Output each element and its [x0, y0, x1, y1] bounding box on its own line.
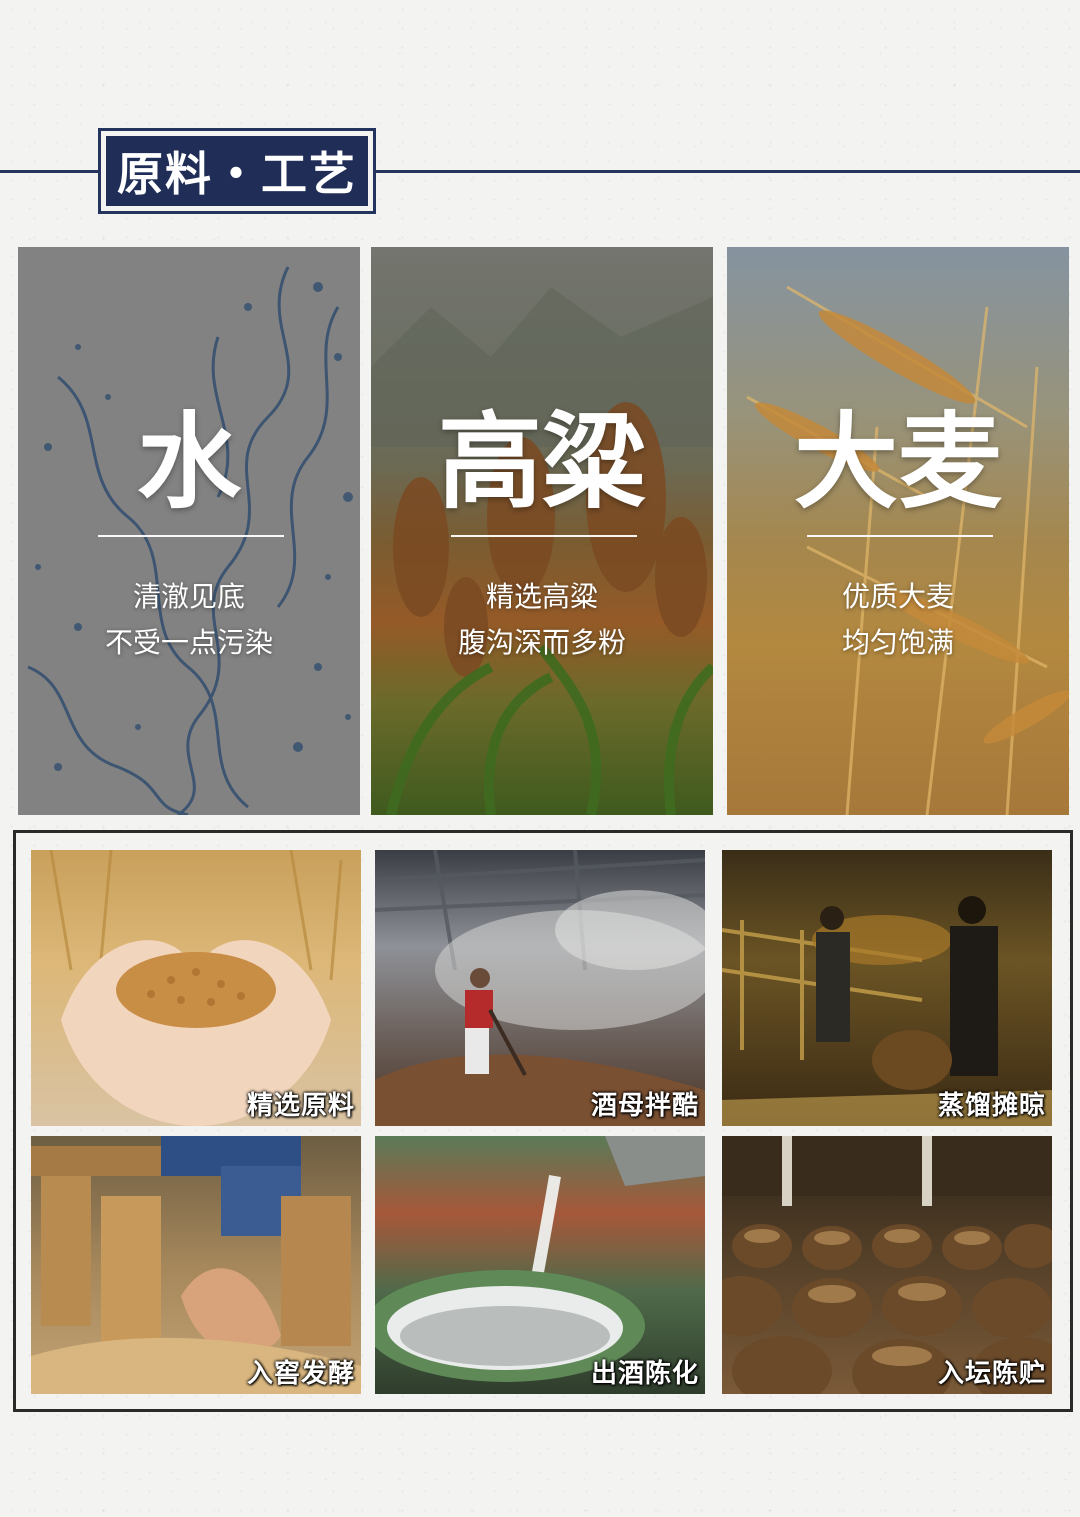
water-splash-icon — [27, 266, 353, 815]
process-step-label: 入坛陈贮 — [937, 1359, 1046, 1389]
process-step: 精选原料 — [31, 850, 361, 1126]
ingredient-panel-barley: 大麦 优质大麦 均匀饱满 — [727, 247, 1069, 815]
ingredient-desc-line1: 精选高粱 — [485, 580, 598, 613]
process-step: 入窖发酵 — [31, 1136, 361, 1394]
process-step-label: 入窖发酵 — [246, 1359, 355, 1389]
ingredient-name: 大麦 — [793, 400, 1002, 523]
barley-icon — [746, 285, 1069, 815]
section-title: 原料・工艺 — [106, 136, 368, 206]
ingredient-name: 水 — [136, 400, 241, 523]
process-step-label: 精选原料 — [246, 1091, 355, 1121]
ingredient-divider — [451, 535, 637, 537]
ingredient-desc-line1: 优质大麦 — [841, 580, 954, 613]
ingredient-desc-line1: 清澈见底 — [132, 580, 245, 613]
ingredient-desc-line2: 不受一点污染 — [104, 626, 273, 659]
ingredient-desc-line2: 腹沟深而多粉 — [457, 626, 626, 659]
ingredient-panel-water: 水 清澈见底 不受一点污染 — [18, 247, 360, 815]
ingredient-panel-sorghum: 高粱 精选高粱 腹沟深而多粉 — [371, 247, 713, 815]
process-step-label: 出酒陈化 — [590, 1359, 699, 1389]
ingredient-divider — [807, 535, 993, 537]
process-step: 蒸馏摊晾 — [722, 850, 1052, 1126]
process-step: 出酒陈化 — [375, 1136, 705, 1394]
process-step: 入坛陈贮 — [722, 1136, 1052, 1394]
ingredient-name: 高粱 — [437, 400, 646, 523]
process-step-label: 酒母拌酷 — [590, 1091, 699, 1121]
process-step: 酒母拌酷 — [375, 850, 705, 1126]
ingredient-divider — [98, 535, 284, 537]
process-step-label: 蒸馏摊晾 — [937, 1091, 1046, 1121]
sorghum-icon — [371, 287, 713, 815]
ingredient-desc-line2: 均匀饱满 — [841, 626, 954, 659]
section-title-box: 原料・工艺 — [98, 128, 376, 214]
